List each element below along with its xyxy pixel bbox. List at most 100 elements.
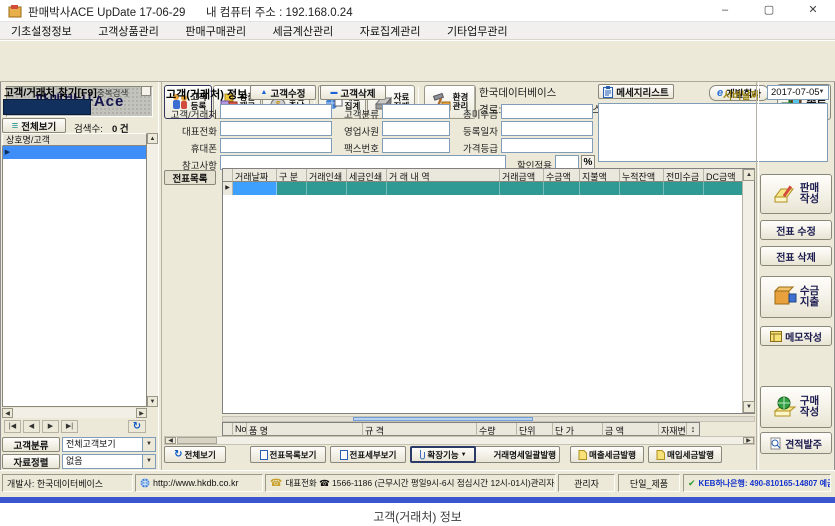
receivable-field[interactable] bbox=[501, 104, 593, 119]
sort-updown-icon[interactable]: ↕ bbox=[687, 423, 699, 436]
sidebar-view-all-button[interactable]: ≡ 전체보기 bbox=[2, 118, 66, 133]
extended-functions-button[interactable]: 확장기능 ▼ bbox=[410, 446, 476, 463]
col-description[interactable]: 거 래 내 역 bbox=[387, 169, 500, 182]
col-trade-date[interactable]: 거래날짜 bbox=[233, 169, 277, 182]
col-tax-print[interactable]: 세금인쇄 bbox=[347, 169, 387, 182]
maximize-button[interactable]: ▢ bbox=[747, 0, 791, 22]
customer-edit-button[interactable]: ▲ 고객수정 bbox=[250, 85, 316, 100]
nav-prev-button[interactable]: ◀ bbox=[23, 420, 40, 433]
duplicate-search-checkbox[interactable] bbox=[141, 86, 151, 96]
menu-item-sales-purchase[interactable]: 판매구매관리 bbox=[174, 23, 257, 41]
chevron-down-icon[interactable]: ▼ bbox=[142, 455, 155, 468]
col-no[interactable]: No bbox=[233, 423, 247, 436]
scroll-thumb[interactable] bbox=[353, 417, 533, 421]
customer-category-select[interactable]: 전체고객보기 ▼ bbox=[62, 437, 156, 452]
cell[interactable] bbox=[664, 182, 704, 195]
cell[interactable] bbox=[500, 182, 544, 195]
col-remaining[interactable]: 전미수금 bbox=[664, 169, 704, 182]
nav-next-button[interactable]: ▶ bbox=[42, 420, 59, 433]
cell[interactable] bbox=[620, 182, 664, 195]
col-amount[interactable]: 금 액 bbox=[603, 423, 659, 436]
sales-tax-issue-button[interactable]: 매출세금발행 bbox=[570, 446, 644, 463]
customer-list-selected-row[interactable]: ▶ bbox=[3, 146, 146, 159]
scroll-up-icon[interactable]: ▲ bbox=[147, 133, 158, 144]
scroll-down-icon[interactable]: ▼ bbox=[743, 401, 755, 413]
customer-list[interactable]: ▶ bbox=[2, 146, 147, 407]
cell[interactable] bbox=[307, 182, 347, 195]
category-field[interactable] bbox=[382, 104, 450, 119]
nav-last-button[interactable]: ▶| bbox=[61, 420, 78, 433]
cell[interactable] bbox=[704, 182, 744, 195]
customer-list-header[interactable]: 상호명/고객 bbox=[2, 133, 147, 146]
purchase-tax-issue-button[interactable]: 매입세금발행 bbox=[648, 446, 722, 463]
minimize-button[interactable]: – bbox=[703, 0, 747, 22]
pricegrade-field[interactable] bbox=[501, 138, 593, 153]
cell[interactable] bbox=[277, 182, 307, 195]
cell[interactable] bbox=[347, 182, 387, 195]
chevron-down-icon[interactable]: ▼ bbox=[815, 86, 828, 99]
scroll-right-icon[interactable]: ▶ bbox=[743, 437, 754, 444]
server-date-select[interactable]: 2017-07-05 ▼ bbox=[767, 85, 829, 100]
close-button[interactable]: ✕ bbox=[791, 0, 835, 22]
scroll-down-icon[interactable]: ▼ bbox=[147, 396, 158, 407]
sort-select[interactable]: 없음 ▼ bbox=[62, 454, 156, 469]
col-dc-amount[interactable]: DC금액 bbox=[704, 169, 744, 182]
fax-field[interactable] bbox=[382, 138, 450, 153]
customer-delete-button[interactable]: ▬ 고객삭제 bbox=[320, 85, 386, 100]
cell[interactable] bbox=[544, 182, 580, 195]
col-material[interactable]: 자재변 bbox=[659, 423, 687, 436]
customer-category-button[interactable]: 고객분류 bbox=[2, 437, 60, 452]
sort-button[interactable]: 자료정렬 bbox=[2, 454, 60, 469]
voucher-grid-selected-row[interactable]: ▶ bbox=[223, 182, 754, 195]
status-url[interactable]: http://www.hkdb.co.kr bbox=[135, 474, 263, 492]
voucher-edit-button[interactable]: 전표 수정 bbox=[760, 220, 832, 240]
message-list-button[interactable]: 메세지리스트 bbox=[598, 84, 674, 99]
voucher-detail-view-button[interactable]: 전표세부보기 bbox=[330, 446, 406, 463]
col-item-name[interactable]: 품 명 bbox=[247, 423, 363, 436]
view-all-button[interactable]: ↻ 전체보기 bbox=[164, 446, 226, 463]
col-spec[interactable]: 규 격 bbox=[363, 423, 477, 436]
customer-field[interactable] bbox=[220, 104, 332, 119]
menu-item-basic-settings[interactable]: 기초설정정보 bbox=[0, 23, 83, 41]
col-qty[interactable]: 수량 bbox=[477, 423, 517, 436]
col-collected[interactable]: 수금액 bbox=[544, 169, 580, 182]
cell[interactable] bbox=[387, 182, 500, 195]
scroll-thumb[interactable] bbox=[177, 437, 217, 444]
regdate-field[interactable] bbox=[501, 121, 593, 136]
nav-first-button[interactable]: |◀ bbox=[4, 420, 21, 433]
col-trade-print[interactable]: 거래인쇄 bbox=[307, 169, 347, 182]
voucher-grid-vscrollbar[interactable]: ▲ ▼ bbox=[742, 169, 754, 413]
col-paid[interactable]: 지불액 bbox=[580, 169, 620, 182]
memo-create-button[interactable]: 메모작성 bbox=[760, 326, 832, 346]
scroll-right-icon[interactable]: ▶ bbox=[136, 408, 147, 418]
quote-order-button[interactable]: 견적발주 bbox=[760, 432, 832, 454]
refresh-icon[interactable]: ↻ bbox=[128, 420, 146, 433]
col-type[interactable]: 구 분 bbox=[277, 169, 307, 182]
menu-item-tax[interactable]: 세금계산관리 bbox=[262, 23, 345, 41]
voucher-list-view-button[interactable]: 전표목록보기 bbox=[250, 446, 326, 463]
col-unit[interactable]: 단위 bbox=[517, 423, 553, 436]
phone-field[interactable] bbox=[220, 121, 332, 136]
chevron-down-icon[interactable]: ▼ bbox=[142, 438, 155, 451]
menu-item-other-tasks[interactable]: 기타업무관리 bbox=[436, 23, 519, 41]
mobile-field[interactable] bbox=[220, 138, 332, 153]
customer-list-vscrollbar[interactable]: ▲ ▼ bbox=[147, 133, 158, 407]
items-grid-hscrollbar[interactable]: ◀ ▶ bbox=[164, 436, 755, 445]
customer-list-hscrollbar[interactable]: ◀ ▶ bbox=[2, 408, 147, 418]
menu-item-data-aggregation[interactable]: 자료집계관리 bbox=[349, 23, 432, 41]
statement-batch-issue-button[interactable]: 거래명세일괄발행 bbox=[468, 446, 560, 463]
menu-item-customer-product[interactable]: 고객상품관리 bbox=[87, 23, 170, 41]
purchase-create-button[interactable]: 구매작성 bbox=[760, 386, 832, 428]
voucher-delete-button[interactable]: 전표 삭제 bbox=[760, 246, 832, 266]
salesrep-field[interactable] bbox=[382, 121, 450, 136]
scroll-left-icon[interactable]: ◀ bbox=[165, 437, 176, 444]
voucher-grid[interactable]: 거래날짜 구 분 거래인쇄 세금인쇄 거 래 내 역 거래금액 수금액 지불액 … bbox=[222, 168, 755, 414]
scroll-up-icon[interactable]: ▲ bbox=[743, 169, 755, 181]
customer-search-input[interactable] bbox=[3, 99, 91, 115]
scroll-left-icon[interactable]: ◀ bbox=[2, 408, 13, 418]
col-unit-price[interactable]: 단 가 bbox=[553, 423, 603, 436]
message-list-box[interactable] bbox=[598, 103, 828, 162]
sidebar-splitter[interactable] bbox=[158, 82, 162, 470]
cell[interactable] bbox=[233, 182, 277, 195]
sale-create-button[interactable]: 판매작성 bbox=[760, 174, 832, 214]
